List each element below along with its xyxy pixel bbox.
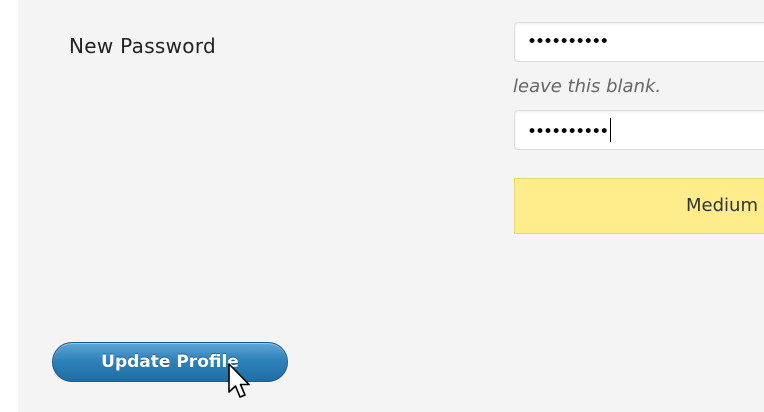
confirm-password-value: •••••••••• [527,118,612,144]
mouse-pointer-icon [228,363,250,398]
strength-label: Medium [686,195,758,216]
password-strength-indicator: Medium [514,178,764,234]
new-password-field[interactable]: •••••••••• [514,22,764,62]
password-hint-text: leave this blank. [513,76,662,97]
new-password-value: •••••••••• [527,32,609,52]
new-password-label: New Password [69,34,216,58]
confirm-password-field[interactable]: •••••••••• [514,110,764,150]
text-caret [610,118,612,142]
